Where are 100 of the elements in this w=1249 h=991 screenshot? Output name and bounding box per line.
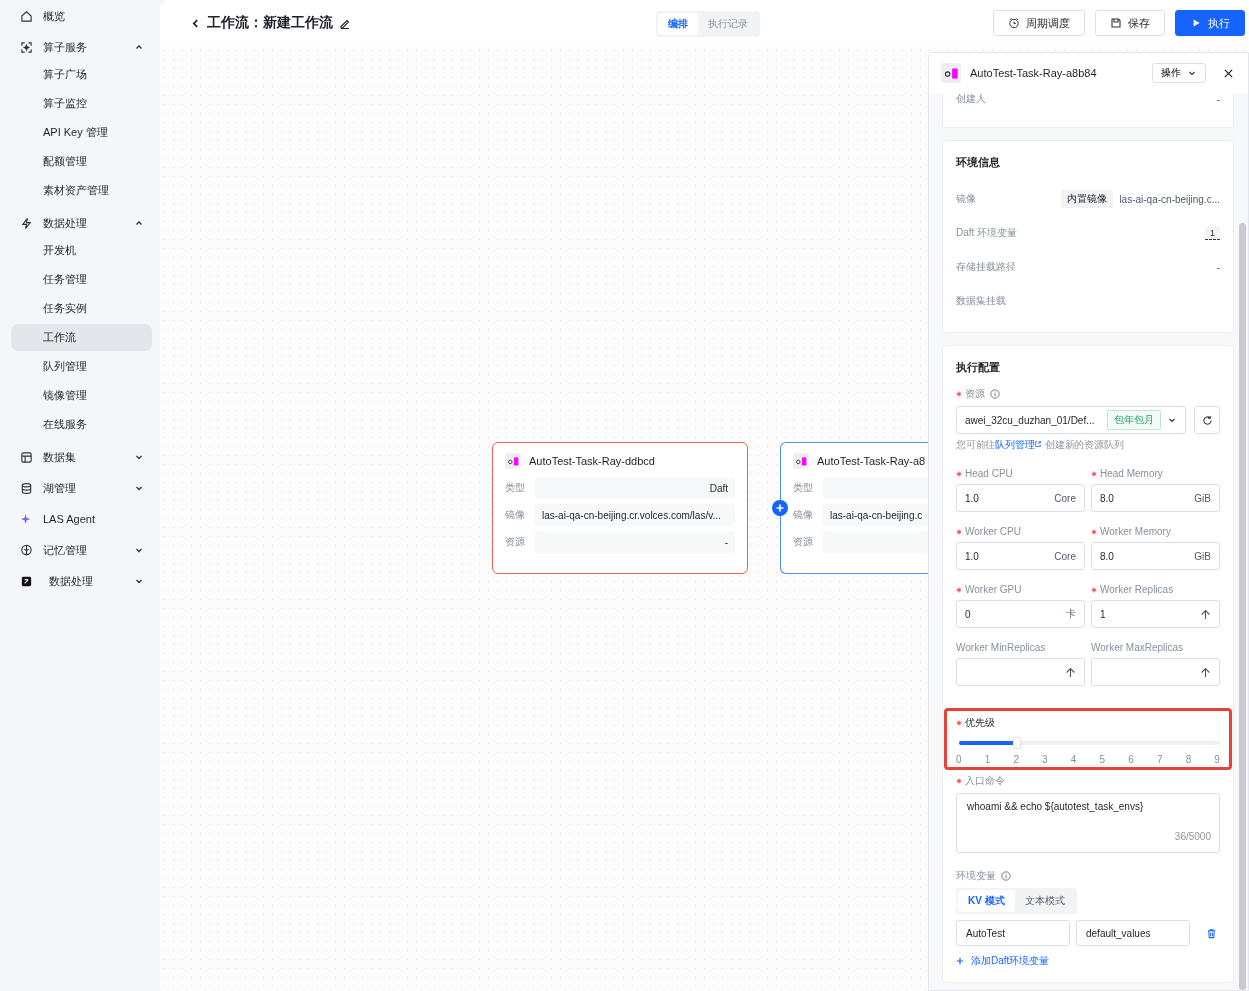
node-type-icon [505, 453, 521, 469]
number-field[interactable]: 1.0 Core [956, 484, 1085, 512]
page-title: 工作流：新建工作流 [207, 14, 333, 32]
key-field[interactable]: AutoTest [956, 920, 1070, 946]
arrow-up-icon[interactable] [1065, 666, 1076, 678]
node-title: AutoTest-Task-Ray-ddbcd [529, 455, 655, 467]
field-value: las-ai-qa-cn-beijing.cr.volces.com/las/v... [535, 504, 735, 526]
field-label: 优先级 [965, 716, 995, 730]
sidebar-item[interactable]: 开发机 [11, 237, 152, 264]
task-node[interactable]: AutoTest-Task-Ray-ddbcd 类型 Daft 镜像 las-ai-qa-cn-beijing.cr.volces.com/las/v... 资源 - [492, 442, 748, 574]
run-button[interactable]: 执行 [1175, 10, 1245, 36]
sidebar-item[interactable]: 配额管理 [11, 148, 152, 175]
sidebar-item[interactable]: LAS Agent [12, 507, 152, 531]
info-value: - [1216, 93, 1220, 105]
sidebar-item[interactable]: 工作流 [11, 324, 152, 351]
save-icon [1110, 17, 1122, 29]
info-value: - [1216, 261, 1220, 273]
sidebar-item[interactable]: 算子服务 [12, 35, 152, 59]
info-icon[interactable] [1001, 871, 1011, 881]
field-label: 镜像 [793, 508, 813, 522]
section-title: 执行配置 [956, 360, 1001, 375]
mode-tab[interactable]: 文本模式 [1014, 890, 1075, 912]
sidebar-item[interactable]: 记忆管理 [12, 538, 152, 562]
number-field[interactable] [1091, 658, 1220, 686]
app-icon [20, 574, 33, 588]
arrow-up-icon[interactable] [1200, 608, 1211, 620]
close-icon[interactable] [1223, 67, 1234, 79]
panel-title: AutoTest-Task-Ray-a8b84 [970, 67, 1098, 79]
number-field[interactable] [956, 658, 1085, 686]
task-node[interactable]: AutoTest-Task-Ray-a8 类型 镜像 las-ai-qa-cn-beijing.c 资源 [780, 442, 928, 574]
number-field[interactable]: 0 卡 [956, 600, 1085, 628]
external-link-icon [1034, 440, 1043, 448]
number-field[interactable]: 8.0 GiB [1091, 484, 1220, 512]
database-icon [20, 481, 33, 495]
node-type-icon [941, 63, 961, 83]
field-label: Head Memory [1100, 468, 1163, 479]
field-label: 镜像 [505, 508, 525, 522]
sidebar-item[interactable]: 湖管理 [12, 476, 152, 500]
sidebar-item[interactable]: 镜像管理 [11, 382, 152, 409]
tick-label: 8 [1185, 754, 1192, 765]
number-field[interactable]: 1 [1091, 600, 1220, 628]
priority-slider[interactable] [959, 736, 1220, 750]
field-value: Daft [535, 477, 735, 499]
arrow-up-icon[interactable] [1200, 666, 1211, 678]
node-type-icon [793, 453, 809, 469]
command-textarea[interactable]: whoami && echo ${autotest_task_envs} 36/5000 [956, 793, 1220, 853]
sidebar-item[interactable]: 数据处理 [12, 569, 152, 593]
view-tab[interactable]: 编排 [658, 13, 698, 35]
scan-icon [20, 40, 33, 54]
number-field[interactable]: 8.0 GiB [1091, 542, 1220, 570]
sidebar-item[interactable]: 概览 [12, 4, 152, 28]
edit-icon[interactable] [339, 17, 351, 29]
resource-select[interactable]: awei_32cu_duzhan_01/Def... 包年包月 [956, 406, 1186, 434]
brain-icon [20, 543, 33, 557]
sidebar-item[interactable]: 算子监控 [11, 90, 152, 117]
info-label: 数据集挂载 [956, 294, 1006, 308]
actions-dropdown[interactable]: 操作 [1152, 63, 1206, 83]
field-label: 资源 [505, 535, 525, 549]
image-tag: 内置镜像 [1061, 190, 1114, 208]
save-button[interactable]: 保存 [1095, 10, 1165, 36]
tick-label: 4 [1070, 754, 1077, 765]
count-badge[interactable]: 1 [1205, 226, 1220, 240]
sidebar-item[interactable]: 任务管理 [11, 266, 152, 293]
value-field[interactable]: default_values [1076, 920, 1190, 946]
field-label: 资源 [965, 387, 985, 401]
sidebar-item[interactable]: 素材资产管理 [11, 177, 152, 204]
field-value: las-ai-qa-cn-beijing.c [823, 504, 928, 526]
sidebar-item[interactable]: API Key 管理 [11, 119, 152, 146]
sidebar-item[interactable]: 队列管理 [11, 353, 152, 380]
field-label: Worker CPU [965, 526, 1021, 537]
sidebar-item[interactable]: 数据处理 [12, 211, 152, 235]
home-icon [20, 9, 33, 23]
scrollbar[interactable] [1239, 223, 1246, 990]
tick-label: 3 [1042, 754, 1048, 765]
schedule-button[interactable]: 周期调度 [993, 10, 1085, 36]
info-label: 创建人 [956, 92, 986, 106]
refresh-button[interactable] [1194, 406, 1220, 434]
queue-link[interactable]: 队列管理 [995, 439, 1043, 450]
add-node-icon[interactable] [772, 500, 788, 516]
field-label: 入口命令 [965, 774, 1005, 788]
tick-label: 2 [1013, 754, 1019, 765]
field-label: 类型 [793, 481, 813, 495]
tick-label: 7 [1156, 754, 1163, 765]
info-label: Daft 环境变量 [956, 226, 1018, 240]
lightning-icon [20, 216, 33, 230]
field-label: Worker MinReplicas [956, 642, 1046, 653]
sidebar-item[interactable]: 算子广场 [11, 61, 152, 88]
sidebar-item[interactable]: 在线服务 [11, 411, 152, 438]
field-label: 类型 [505, 481, 525, 495]
add-env-var-link[interactable]: 添加Daft环境变量 [956, 954, 1050, 968]
sidebar-item[interactable]: 数据集 [12, 445, 152, 469]
info-label: 镜像 [956, 192, 976, 206]
sidebar-item[interactable]: 任务实例 [11, 295, 152, 322]
info-icon[interactable] [990, 389, 1000, 399]
field-label: Head CPU [965, 468, 1013, 479]
delete-icon[interactable] [1206, 927, 1217, 939]
number-field[interactable]: 1.0 Core [956, 542, 1085, 570]
tick-label: 9 [1214, 754, 1220, 765]
mode-tab[interactable]: KV 模式 [958, 890, 1015, 912]
tick-label: 6 [1128, 754, 1134, 765]
